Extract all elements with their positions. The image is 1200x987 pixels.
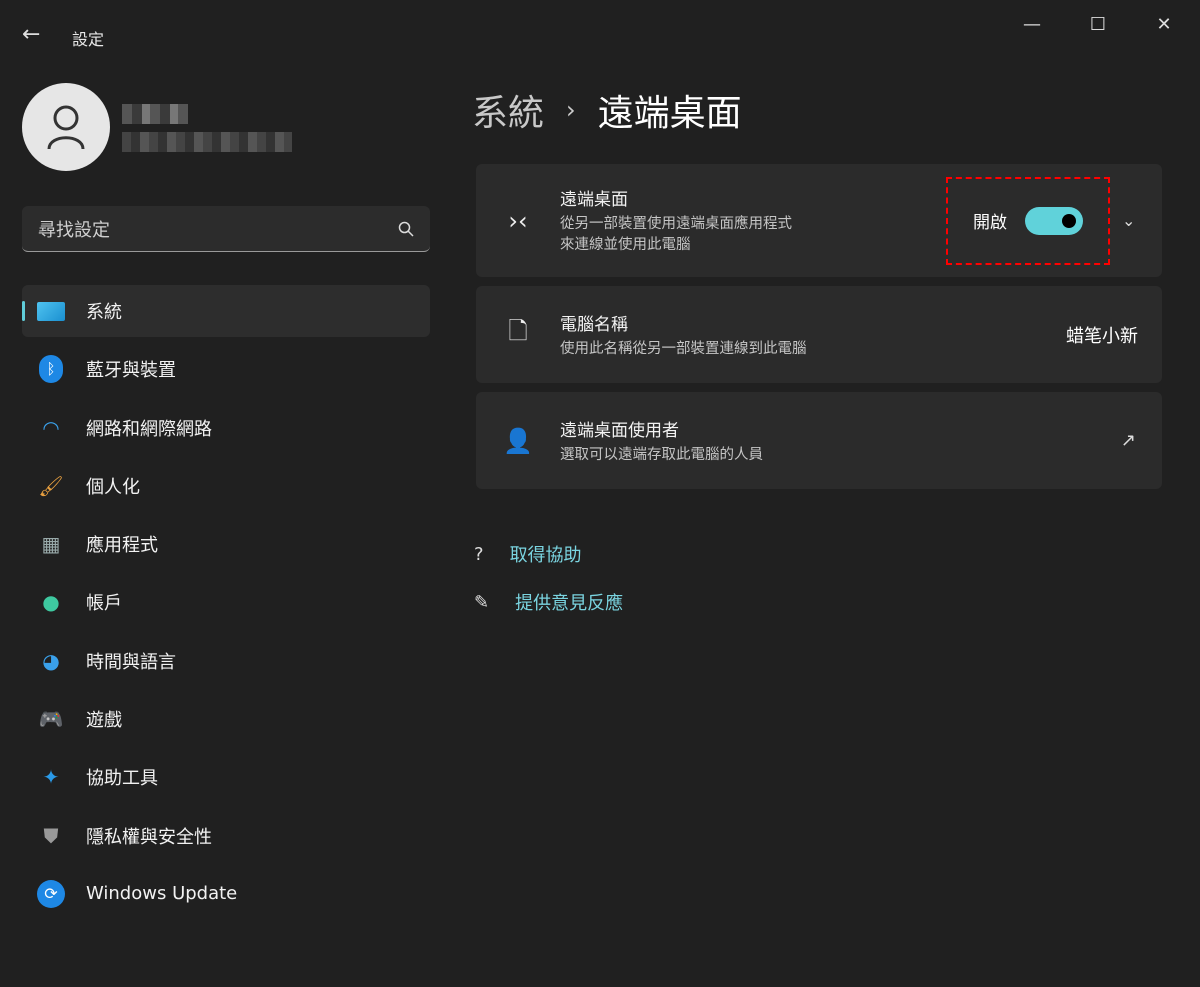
sidebar-item-label: 藍牙與裝置 bbox=[86, 360, 176, 382]
sidebar-item-system[interactable]: 系統 bbox=[22, 285, 430, 337]
card-desc: 選取可以遠端存取此電腦的人員 bbox=[560, 446, 763, 463]
page-title: 遠端桌面 bbox=[597, 93, 742, 134]
avatar[interactable] bbox=[22, 83, 110, 171]
apps-icon: ▦ bbox=[41, 532, 61, 557]
remote-desktop-icon: ›‹ bbox=[508, 206, 528, 235]
app-title: 設定 bbox=[72, 30, 105, 49]
external-link-icon: ↗ bbox=[1120, 430, 1136, 451]
user-icon bbox=[47, 105, 85, 150]
sidebar-item-time-language[interactable]: ◕ 時間與語言 bbox=[22, 635, 430, 687]
chevron-down-icon[interactable]: ⌄ bbox=[1122, 211, 1162, 230]
search-icon bbox=[398, 221, 414, 237]
sidebar-item-label: 網路和網際網路 bbox=[86, 418, 212, 440]
card-title: 遠端桌面使用者 bbox=[560, 420, 679, 441]
sidebar-item-label: 時間與語言 bbox=[86, 651, 176, 673]
remote-desktop-toggle[interactable] bbox=[1025, 206, 1083, 235]
sidebar-item-network[interactable]: ◠ 網路和網際網路 bbox=[22, 402, 430, 454]
breadcrumb-parent[interactable]: 系統 bbox=[472, 84, 544, 136]
update-icon: ⟳ bbox=[36, 879, 66, 908]
monitor-icon bbox=[36, 297, 66, 325]
help-icon: ? bbox=[474, 543, 484, 565]
card-desc: 使用此名稱從另一部裝置連線到此電腦 bbox=[560, 340, 807, 357]
gamepad-icon: 🎮 bbox=[38, 707, 64, 732]
sidebar-item-bluetooth[interactable]: ᛒ 藍牙與裝置 bbox=[22, 343, 430, 395]
sidebar-item-label: 個人化 bbox=[86, 476, 140, 498]
sidebar-nav: 系統 ᛒ 藍牙與裝置 ◠ 網路和網際網路 🖌 個人化 ▦ 應用程式 ● 帳戶 ◕ 時間與語言… bbox=[22, 285, 430, 926]
toggle-state-label: 開啟 bbox=[973, 213, 1007, 233]
pc-name-icon: 🗋 bbox=[508, 317, 528, 345]
sidebar-item-accessibility[interactable]: ✦ 協助工具 bbox=[22, 751, 430, 803]
sidebar-item-label: 協助工具 bbox=[86, 768, 158, 790]
sidebar-item-gaming[interactable]: 🎮 遊戲 bbox=[22, 693, 430, 745]
card-title: 遠端桌面 bbox=[560, 190, 628, 210]
card-desc: 從另一部裝置使用遠端桌面應用程式 bbox=[560, 216, 792, 232]
account-icon: ● bbox=[42, 590, 60, 615]
card-title: 電腦名稱 bbox=[560, 314, 628, 335]
breadcrumb: 系統 › 遠端桌面 bbox=[472, 84, 742, 136]
remote-desktop-card[interactable]: ›‹ 遠端桌面 從另一部裝置使用遠端桌面應用程式 來連線並使用此電腦 開啟 ⌄ bbox=[476, 164, 1162, 277]
sidebar-item-label: 隱私權與安全性 bbox=[86, 826, 212, 848]
clock-globe-icon: ◕ bbox=[42, 648, 60, 673]
search-placeholder: 尋找設定 bbox=[38, 219, 110, 241]
sidebar-item-label: 應用程式 bbox=[86, 535, 158, 557]
card-desc: 來連線並使用此電腦 bbox=[560, 237, 691, 253]
close-button[interactable]: ✕ bbox=[1144, 10, 1184, 40]
get-help-link[interactable]: ? 取得協助 bbox=[474, 541, 582, 567]
sidebar-item-personalization[interactable]: 🖌 個人化 bbox=[22, 460, 430, 512]
minimize-button[interactable]: — bbox=[1012, 10, 1052, 40]
feedback-icon: ✎ bbox=[474, 591, 490, 613]
sidebar-item-label: 遊戲 bbox=[86, 710, 122, 732]
back-button[interactable]: ← bbox=[22, 22, 40, 47]
remote-desktop-users-card[interactable]: 👤 遠端桌面使用者 選取可以遠端存取此電腦的人員 ↗ bbox=[476, 392, 1162, 489]
user-check-icon: 👤 bbox=[503, 426, 533, 455]
bluetooth-icon: ᛒ bbox=[36, 355, 66, 384]
brush-icon: 🖌 bbox=[38, 473, 64, 498]
feedback-link[interactable]: ✎ 提供意見反應 bbox=[474, 589, 623, 615]
wifi-icon: ◠ bbox=[42, 415, 60, 440]
user-name-redacted bbox=[122, 104, 188, 124]
chevron-right-icon: › bbox=[566, 96, 576, 124]
sidebar-item-windows-update[interactable]: ⟳ Windows Update bbox=[22, 868, 430, 920]
highlight-box: 開啟 bbox=[946, 176, 1110, 265]
link-label: 取得協助 bbox=[509, 545, 582, 566]
sidebar-item-accounts[interactable]: ● 帳戶 bbox=[22, 576, 430, 628]
sidebar-item-privacy[interactable]: ⛊ 隱私權與安全性 bbox=[22, 810, 430, 862]
sidebar-item-apps[interactable]: ▦ 應用程式 bbox=[22, 518, 430, 570]
search-input[interactable]: 尋找設定 bbox=[22, 206, 430, 252]
sidebar-item-label: 帳戶 bbox=[86, 593, 122, 615]
accessibility-icon: ✦ bbox=[42, 765, 60, 790]
shield-icon: ⛊ bbox=[43, 823, 59, 848]
pc-name-card: 🗋 電腦名稱 使用此名稱從另一部裝置連線到此電腦 蜡笔小新 bbox=[476, 286, 1162, 383]
sidebar-item-label: 系統 bbox=[86, 302, 122, 323]
pc-name-value: 蜡笔小新 bbox=[1066, 325, 1138, 347]
sidebar-item-label: Windows Update bbox=[86, 883, 238, 905]
maximize-button[interactable]: ☐ bbox=[1078, 10, 1118, 40]
link-label: 提供意見反應 bbox=[515, 593, 624, 614]
user-email-redacted bbox=[122, 132, 292, 152]
